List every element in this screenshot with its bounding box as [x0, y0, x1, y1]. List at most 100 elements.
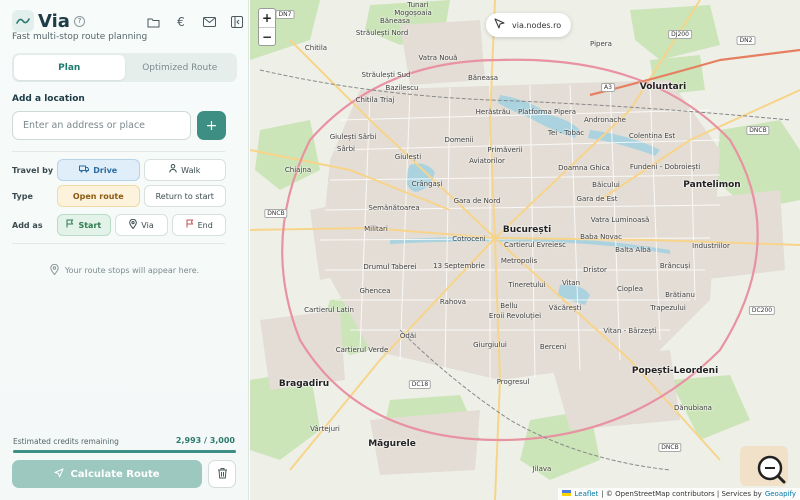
- place-label: Metropolis: [500, 257, 538, 265]
- place-label: Jilava: [532, 465, 552, 473]
- zoom-control: + −: [258, 8, 276, 46]
- place-label: Pipera: [590, 40, 612, 48]
- place-label: Vitan - Bârzești: [603, 327, 657, 335]
- credits-progress-fill: [13, 450, 236, 453]
- place-label: Herăstrău: [475, 108, 511, 116]
- place-label: București: [502, 225, 552, 235]
- travel-by-label: Travel by: [12, 165, 54, 175]
- sidebar: Via ? € Fast multi-stop route planning P…: [0, 0, 249, 500]
- place-label: Vârtejuri: [310, 425, 340, 433]
- road-shield: A3: [601, 83, 615, 92]
- place-label: Chiajna: [284, 166, 312, 174]
- place-label: Vatra Luminoasă: [590, 216, 650, 224]
- start-option[interactable]: Start: [57, 214, 111, 236]
- navigation-arrow-icon: [54, 468, 64, 481]
- start-label: Start: [78, 220, 102, 230]
- add-location-button[interactable]: +: [197, 111, 226, 140]
- road-shield: DJ200: [668, 30, 692, 39]
- add-location-heading: Add a location: [12, 94, 85, 104]
- folder-icon[interactable]: [145, 14, 161, 30]
- cursor-pointer-icon: [494, 18, 506, 32]
- provider-link[interactable]: Geoapify: [765, 490, 796, 498]
- site-link[interactable]: via.nodes.ro: [486, 13, 572, 37]
- place-label: Chitila: [304, 44, 328, 52]
- zoom-out-button[interactable]: −: [259, 27, 275, 45]
- support-widget[interactable]: [740, 446, 788, 486]
- walk-option[interactable]: Walk: [143, 159, 226, 181]
- tab-plan[interactable]: Plan: [14, 55, 125, 80]
- place-label: Odăi: [399, 332, 417, 340]
- calculate-route-button[interactable]: Calculate Route: [12, 460, 202, 488]
- zoom-in-button[interactable]: +: [259, 9, 275, 27]
- person-icon: [169, 164, 177, 176]
- place-label: Crângași: [411, 180, 443, 188]
- map-pin-icon: [50, 263, 59, 277]
- place-label: Băneasa: [379, 17, 411, 25]
- euro-icon[interactable]: €: [173, 14, 189, 30]
- place-label: Bazilescu: [385, 84, 419, 92]
- place-label: Industriilor: [692, 242, 730, 250]
- place-label: Cartierul Verde: [335, 346, 389, 354]
- type-label: Type: [12, 191, 33, 201]
- place-label: Aviatorilor: [469, 157, 505, 165]
- collapse-panel-icon[interactable]: [229, 14, 245, 30]
- place-label: Trapezului: [650, 304, 686, 312]
- route-logo-icon: [12, 10, 34, 32]
- mail-icon[interactable]: [201, 14, 217, 30]
- tagline: Fast multi-stop route planning: [12, 32, 148, 42]
- clear-route-button[interactable]: [208, 460, 236, 488]
- place-label: 13 Septembrie: [433, 262, 485, 270]
- place-label: Gara de Nord: [453, 197, 501, 205]
- place-label: Brătianu: [665, 291, 695, 299]
- road-shield: DNCB: [658, 443, 682, 452]
- place-label: Dănubiana: [674, 404, 712, 412]
- place-label: Colentina Est: [628, 132, 676, 140]
- add-as-label: Add as: [12, 220, 43, 230]
- open-route-option[interactable]: Open route: [57, 185, 140, 207]
- place-label: Cartierul Evreiesc: [504, 241, 566, 249]
- via-option[interactable]: Via: [114, 214, 169, 236]
- end-option[interactable]: End: [172, 214, 227, 236]
- place-label: Semănătoarea: [368, 204, 420, 212]
- drive-label: Drive: [93, 165, 118, 175]
- map-attribution: Leaflet | © OpenStreetMap contributors |…: [558, 488, 800, 500]
- place-label: Progresul: [496, 378, 530, 386]
- place-label: Voluntari: [639, 82, 687, 92]
- return-to-start-option[interactable]: Return to start: [143, 185, 226, 207]
- address-input[interactable]: [12, 111, 191, 140]
- calculate-route-label: Calculate Route: [70, 468, 160, 480]
- travel-by-row: Travel by Drive Walk: [12, 159, 226, 181]
- place-label: Tei - Tobac: [547, 129, 585, 137]
- place-label: Vatra Nouă: [418, 54, 458, 62]
- tab-optimized-route[interactable]: Optimized Route: [125, 55, 236, 80]
- place-label: Andronache: [584, 116, 626, 124]
- place-label: Tunari: [407, 1, 429, 9]
- empty-state: Your route stops will appear here.: [0, 263, 249, 277]
- header-actions: €: [145, 14, 245, 30]
- type-row: Type Open route Return to start: [12, 185, 226, 207]
- road-shield: DNCB: [264, 209, 288, 218]
- drive-option[interactable]: Drive: [57, 159, 140, 181]
- credits-progress: [13, 450, 236, 453]
- place-label: Rahova: [439, 298, 467, 306]
- place-label: Primăverii: [487, 146, 523, 154]
- credits-label: Estimated credits remaining: [13, 437, 119, 446]
- place-label: Străulești Nord: [355, 29, 409, 37]
- road-shield: DNCB: [746, 126, 770, 135]
- place-label: Popești-Leordeni: [631, 366, 719, 376]
- place-label: Băneasa: [467, 74, 499, 82]
- map[interactable]: Mogoșoaia Tunari Băneasa Străulești Nord…: [250, 0, 800, 500]
- place-label: Balta Albă: [615, 246, 651, 254]
- place-label: Cotroceni: [452, 235, 486, 243]
- place-label: Chitila Triaj: [355, 96, 395, 104]
- place-label: Sârbi: [337, 145, 355, 153]
- place-label: Tineretului: [508, 281, 546, 289]
- leaflet-link[interactable]: Leaflet: [574, 490, 598, 498]
- help-icon[interactable]: ?: [73, 15, 85, 27]
- place-label: Militari: [364, 225, 388, 233]
- attribution-text: | © OpenStreetMap contributors | Service…: [601, 490, 762, 498]
- place-label: Văcărești: [548, 304, 582, 312]
- place-label: Bellu: [500, 302, 518, 310]
- flag-icon: [66, 219, 74, 231]
- place-label: Drumul Taberei: [363, 263, 417, 271]
